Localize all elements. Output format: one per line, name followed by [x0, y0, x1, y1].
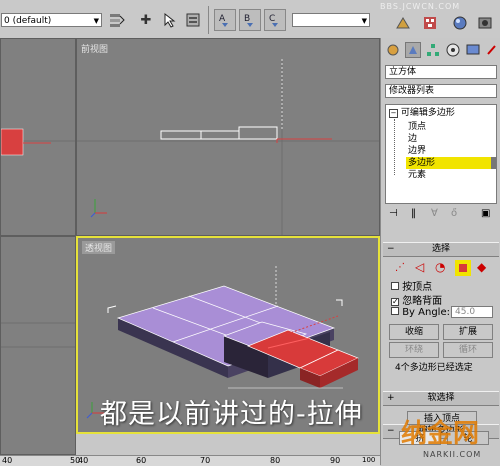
insert-vertex-button[interactable]: 插入顶点: [407, 411, 477, 425]
material-editor-icon[interactable]: [450, 13, 470, 33]
by-vertex-option[interactable]: 按顶点: [391, 278, 432, 293]
selection-rollout-title: 选择: [431, 244, 450, 254]
border-level-icon[interactable]: ◔: [435, 260, 445, 274]
named-selection-a-icon[interactable]: A: [214, 9, 236, 31]
ring-button[interactable]: 环绕: [389, 342, 439, 358]
utilities-tab-icon[interactable]: [485, 42, 499, 58]
object-name-field[interactable]: 立方体: [385, 65, 497, 79]
bottom-left-viewport[interactable]: [0, 236, 76, 455]
select-object-icon[interactable]: [160, 10, 180, 30]
layer-properties-icon[interactable]: [183, 10, 203, 30]
stack-toolbar: ⊣ ‖ ∀ ő ▣: [385, 206, 497, 222]
front-viewport[interactable]: 前视图: [76, 38, 380, 236]
toolbar-divider: [208, 6, 209, 34]
modifier-list-label: 修改器列表: [389, 86, 435, 96]
soft-selection-rollout-header[interactable]: + 软选择: [383, 391, 499, 406]
stack-item-edge[interactable]: 边: [408, 134, 417, 145]
remove-modifier-icon[interactable]: ő: [451, 208, 457, 219]
by-angle-spinner[interactable]: 45.0: [451, 306, 493, 318]
site-watermark: BBS.JCWCN.COM: [380, 2, 461, 11]
by-angle-option[interactable]: By Angle:: [391, 307, 450, 318]
configure-sets-icon[interactable]: ▣: [481, 208, 490, 219]
top-left-viewport[interactable]: [0, 38, 76, 236]
stack-item-element[interactable]: 元素: [408, 170, 426, 181]
extrude-button[interactable]: 挤: [399, 431, 441, 445]
collapse-icon[interactable]: −: [389, 109, 398, 118]
show-end-result-icon[interactable]: ‖: [411, 208, 416, 219]
layer-manager-icon[interactable]: [107, 10, 127, 30]
stack-item-polygon[interactable]: 多边形: [408, 158, 435, 169]
collapse-icon: −: [387, 244, 395, 254]
add-layer-icon[interactable]: ✚: [136, 10, 156, 30]
subobject-level-icons: ⋰ ◁ ◔ ◆: [389, 260, 495, 276]
collapse-icon: −: [387, 426, 395, 436]
svg-text:A: A: [219, 14, 226, 24]
layer-dropdown-value: 0 (default): [4, 16, 52, 26]
ruler-label: 50: [70, 456, 81, 465]
selection-rollout-header[interactable]: − 选择: [383, 242, 499, 257]
shrink-button[interactable]: 收缩: [389, 324, 439, 340]
svg-text:C: C: [269, 14, 275, 24]
grow-button[interactable]: 扩展: [443, 324, 493, 340]
display-tab-icon[interactable]: [465, 42, 481, 58]
object-name-value: 立方体: [389, 67, 417, 77]
by-angle-value: 45.0: [455, 307, 476, 317]
curve-editor-icon[interactable]: [393, 13, 413, 33]
stack-root-label: 可编辑多边形: [400, 108, 455, 118]
ruler-label: 40: [2, 456, 13, 465]
selection-status: 4个多边形已经选定: [395, 363, 473, 373]
expand-icon: +: [387, 393, 395, 403]
panel-tabs: [383, 40, 499, 60]
vertex-level-icon[interactable]: ⋰: [395, 262, 405, 273]
ruler-label: 80: [270, 456, 281, 465]
top-left-viewport-scene: [1, 128, 75, 156]
ruler-label: 100: [362, 456, 376, 464]
named-selection-b-icon[interactable]: B: [239, 9, 261, 31]
schematic-view-icon[interactable]: [420, 13, 440, 33]
create-tab-icon[interactable]: [385, 42, 401, 58]
modifier-stack[interactable]: − 可编辑多边形 顶点 边 边界 多边形 元素: [385, 104, 497, 204]
ruler-label: 70: [200, 456, 211, 465]
named-selection-c-icon[interactable]: C: [264, 9, 286, 31]
svg-text:B: B: [244, 14, 250, 24]
chevron-down-icon: ▼: [93, 17, 99, 25]
soft-selection-title: 软选择: [427, 393, 455, 403]
main-toolbar: 0 (default) ▼ ✚ A B C ▼ BBS.JCWCN.COM: [0, 0, 500, 39]
by-angle-label: By Angle:: [402, 307, 450, 318]
command-panel: 立方体 修改器列表 − 可编辑多边形 顶点 边 边界 多边形 元素 ⊣ ‖ ∀ …: [380, 38, 500, 465]
ignore-backfacing-option[interactable]: ✓ 忽略背面: [391, 292, 442, 307]
ignore-backfacing-checkbox[interactable]: ✓: [391, 298, 399, 306]
make-unique-icon[interactable]: ∀: [431, 208, 438, 219]
ruler-label: 90: [330, 456, 341, 465]
time-ruler[interactable]: 40 40 50 60 70 80 90 100: [0, 455, 380, 466]
by-angle-checkbox[interactable]: [391, 307, 399, 315]
modify-tab-icon[interactable]: [405, 42, 421, 58]
stack-item-border[interactable]: 边界: [408, 146, 426, 157]
modifier-list-dropdown[interactable]: 修改器列表: [385, 84, 497, 98]
edge-level-icon[interactable]: ◁: [415, 260, 424, 274]
loop-button[interactable]: 循环: [443, 342, 493, 358]
element-level-icon[interactable]: ◆: [477, 260, 486, 274]
front-viewport-scene: [77, 59, 379, 235]
polygon-level-icon[interactable]: [455, 260, 471, 276]
tutorial-caption: 都是以前讲过的-拉伸: [100, 399, 363, 430]
logo-url: NARKII.COM: [423, 450, 482, 459]
by-vertex-checkbox[interactable]: [391, 282, 399, 290]
layer-dropdown[interactable]: 0 (default) ▼: [1, 13, 102, 27]
bottom-left-viewport-scene: [1, 322, 75, 348]
stack-tree-line: [394, 119, 396, 175]
hierarchy-tab-icon[interactable]: [425, 42, 441, 58]
outline-button[interactable]: 轮: [447, 431, 489, 445]
render-icon[interactable]: [475, 13, 495, 33]
stack-scroll-thumb[interactable]: [491, 157, 496, 169]
selection-set-dropdown[interactable]: ▼: [292, 13, 370, 27]
ruler-label: 60: [136, 456, 147, 465]
pin-stack-icon[interactable]: ⊣: [389, 208, 398, 219]
stack-root-row[interactable]: − 可编辑多边形: [389, 108, 455, 119]
motion-tab-icon[interactable]: [445, 42, 461, 58]
stack-item-vertex[interactable]: 顶点: [408, 122, 426, 133]
chevron-down-icon: ▼: [361, 17, 367, 25]
ignore-backfacing-label: 忽略背面: [402, 296, 443, 307]
